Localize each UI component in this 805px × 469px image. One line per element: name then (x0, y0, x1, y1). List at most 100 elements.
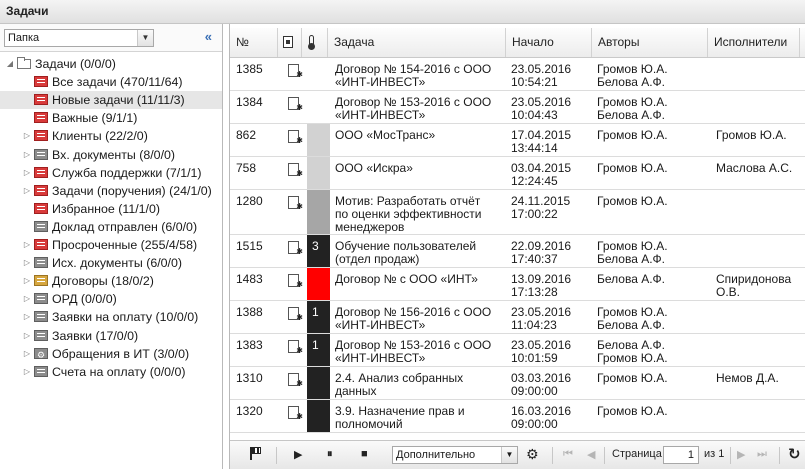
expand-arrow-icon[interactable]: ▷ (21, 254, 33, 272)
table-row[interactable]: 1384 Договор № 153-2016 с ООО«ИНТ-ИНВЕСТ»… (230, 91, 805, 124)
tree-item-label: Исх. документы (6/0/0) (52, 256, 183, 271)
table-row[interactable]: 1388 1Договор № 156-2016 с ООО«ИНТ-ИНВЕСТ… (230, 301, 805, 334)
table-row[interactable]: 862 ООО «МосТранс» 17.04.201513:44:14 Громо… (230, 124, 805, 157)
task-number: 1384 (236, 95, 263, 109)
task-authors-line: Громов Ю.А. (597, 351, 668, 365)
expand-arrow-icon[interactable]: ▷ (21, 345, 33, 363)
window-title: Задачи (0, 0, 805, 24)
task-title-line: «ИНТ-ИНВЕСТ» (335, 108, 426, 122)
column-authors[interactable]: Авторы (592, 28, 708, 57)
new-document-icon[interactable] (288, 274, 303, 291)
task-start-line: 17:00:22 (511, 207, 558, 221)
table-row[interactable]: 1483 Договор № с ООО «ИНТ» 13.09.201617:13… (230, 268, 805, 301)
priority-indicator (307, 367, 330, 399)
expand-arrow-icon[interactable]: ▷ (21, 146, 33, 164)
task-authors: Громов Ю.А. Белова А.Ф. (597, 306, 668, 332)
tree-item[interactable]: Доклад отправлен (6/0/0) (0, 218, 222, 236)
new-document-icon[interactable] (288, 307, 303, 324)
task-authors-line: Громов Ю.А. (597, 194, 668, 208)
new-document-icon[interactable] (288, 163, 303, 180)
column-executors[interactable]: Исполнители (708, 28, 800, 57)
next-page-button[interactable]: ▶ (737, 448, 745, 461)
tree-item[interactable]: ▷ Счета на оплату (0/0/0) (0, 363, 222, 381)
tree-item[interactable]: Все задачи (470/11/64) (0, 73, 222, 91)
task-start: 23.05.2016 11:04:23 (511, 306, 571, 332)
expand-arrow-icon[interactable]: ▷ (21, 308, 33, 326)
new-document-icon[interactable] (288, 241, 303, 258)
tree-item[interactable]: ▷ Служба поддержки (7/1/1) (0, 164, 222, 182)
new-document-icon[interactable] (288, 373, 303, 390)
new-document-icon[interactable] (288, 130, 303, 147)
new-document-icon[interactable] (288, 340, 303, 357)
pause-button[interactable]: ⏸ (327, 448, 333, 461)
column-start[interactable]: Начало (506, 28, 592, 57)
start-button[interactable]: ▶ (294, 448, 302, 461)
document-icon (283, 36, 293, 48)
task-title-line: ООО «Искра» (335, 161, 413, 175)
table-row[interactable]: 1320 3.9. Назначение прав иполномочий 16.0… (230, 400, 805, 433)
stop-button[interactable]: ■ (361, 448, 368, 460)
new-document-icon[interactable] (288, 64, 303, 81)
table-row[interactable]: 1515 3Обучение пользователей(отдел продаж… (230, 235, 805, 268)
new-document-icon[interactable] (288, 196, 303, 213)
expand-arrow-icon[interactable]: ▷ (21, 127, 33, 145)
tree-item[interactable]: ▷ Обращения в ИТ (3/0/0) (0, 345, 222, 364)
tree-item[interactable]: ▷ Просроченные (255/4/58) (0, 236, 222, 254)
tree-item[interactable]: ▷ Вх. документы (8/0/0) (0, 146, 222, 164)
column-number[interactable]: № (230, 28, 278, 57)
tree-item[interactable]: ◢ Задачи (0/0/0) (0, 55, 222, 73)
new-document-icon[interactable] (288, 406, 303, 423)
last-page-button[interactable]: ⏭ (757, 448, 767, 461)
tree-item[interactable]: ▷ Исх. документы (6/0/0) (0, 254, 222, 272)
collapse-panel-button[interactable]: « (205, 29, 212, 44)
task-start-line: 10:04:43 (511, 108, 558, 122)
grid-header: № Задача Начало Авторы Исполнители (230, 28, 805, 58)
chevron-down-icon[interactable]: ▼ (137, 30, 153, 46)
flag-icon[interactable] (250, 447, 261, 460)
expand-arrow-icon[interactable]: ▷ (21, 272, 33, 290)
first-page-button[interactable]: ⏮ (563, 448, 573, 461)
new-document-icon[interactable] (288, 97, 303, 114)
tree-item[interactable]: Новые задачи (11/11/3) (0, 91, 222, 110)
expand-arrow-icon[interactable]: ▷ (21, 164, 33, 182)
priority-indicator: 1 (307, 301, 330, 333)
column-task[interactable]: Задача (328, 28, 506, 57)
settings-gear-icon[interactable]: ⚙ (526, 446, 539, 463)
expand-arrow-icon[interactable]: ▷ (21, 290, 33, 308)
tree-item[interactable]: ▷ Задачи (поручения) (24/1/0) (0, 182, 222, 200)
tree-item[interactable]: Избранное (11/1/0) (0, 200, 222, 218)
tree-item[interactable]: ▷ Заявки на оплату (10/0/0) (0, 308, 222, 326)
tree-item-label: Избранное (11/1/0) (52, 201, 161, 216)
page-number-input[interactable]: 1 (663, 446, 699, 464)
expand-arrow-icon[interactable]: ▷ (21, 327, 33, 345)
folder-select[interactable]: Папка ▼ (4, 29, 154, 47)
prev-page-button[interactable]: ◀ (587, 448, 595, 461)
task-title: Обучение пользователей (отдел продаж) (335, 240, 476, 266)
folder-panel: Папка ▼ « ◢ Задачи (0/0/0) Все задачи (470… (0, 24, 223, 469)
tree-item-label: Заявки на оплату (10/0/0) (52, 310, 199, 325)
column-document[interactable] (278, 28, 302, 57)
task-executors: Громов Ю.А. (716, 129, 787, 142)
more-actions-select[interactable]: Дополнительно ▼ (392, 446, 518, 464)
task-executors-line: Маслова А.С. (716, 161, 793, 175)
tree-item[interactable]: ▷ ОРД (0/0/0) (0, 290, 222, 308)
table-row[interactable]: 758 ООО «Искра» 03.04.201512:24:45 Громов Ю… (230, 157, 805, 190)
tree-item[interactable]: Важные (9/1/1) (0, 109, 222, 127)
tree-item[interactable]: ▷ Договоры (18/0/2) (0, 272, 222, 290)
chevron-down-icon[interactable]: ▼ (501, 447, 517, 463)
table-row[interactable]: 1385 Договор № 154-2016 с ООО«ИНТ-ИНВЕСТ»… (230, 58, 805, 91)
collapse-arrow-icon[interactable]: ◢ (4, 55, 16, 73)
task-authors: Белова А.Ф. (597, 273, 665, 286)
table-row[interactable]: 1280 Мотив: Разработать отчётпо оценки эф… (230, 190, 805, 235)
table-row[interactable]: 1383 1Договор № 153-2016 с ООО«ИНТ-ИНВЕСТ… (230, 334, 805, 367)
column-priority[interactable] (302, 28, 328, 57)
tree-item[interactable]: ▷ Заявки (17/0/0) (0, 327, 222, 345)
expand-arrow-icon[interactable]: ▷ (21, 182, 33, 200)
expand-arrow-icon[interactable]: ▷ (21, 363, 33, 381)
table-row[interactable]: 1310 2.4. Анализ собранныхданных 03.03.201… (230, 367, 805, 400)
expand-arrow-icon[interactable]: ▷ (21, 236, 33, 254)
refresh-button[interactable]: ↻ (788, 445, 801, 463)
tree-item[interactable]: ▷ Клиенты (22/2/0) (0, 127, 222, 145)
task-start-line: 09:00:00 (511, 417, 558, 431)
task-number: 862 (236, 128, 257, 142)
